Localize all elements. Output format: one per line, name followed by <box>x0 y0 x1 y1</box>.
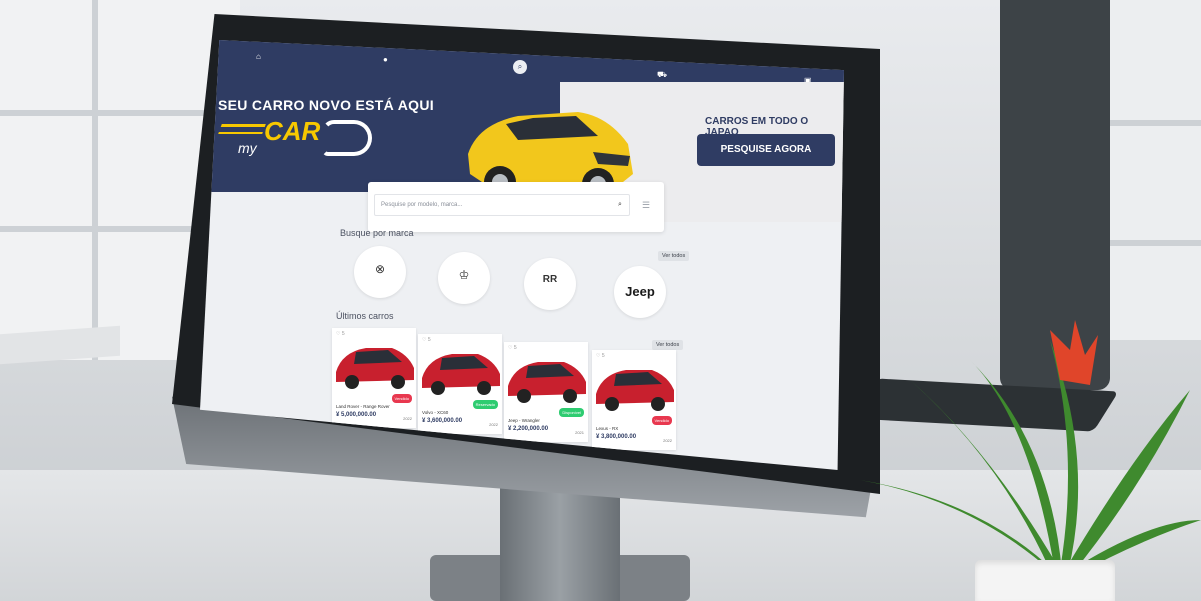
like-icon[interactable]: ♡ 5 <box>336 331 345 337</box>
car-year: 2022 <box>663 438 672 443</box>
car-year: 2021 <box>575 430 584 435</box>
brands-see-all-button[interactable]: Ver todos <box>658 251 690 261</box>
latest-see-all-button[interactable]: Ver todos <box>652 340 684 350</box>
potted-plant <box>860 320 1201 576</box>
search-input[interactable]: Pesquise por modelo, marca... <box>374 194 630 216</box>
car-card[interactable]: ♡ 5 Vendido Lexus - RX ¥ 3,800,000.00 20… <box>592 350 676 450</box>
rolls-royce-logo-icon: RR <box>542 274 558 285</box>
cadillac-logo-icon: ♔ <box>458 268 470 282</box>
status-badge: Reservado <box>472 400 498 409</box>
car-photo <box>336 348 414 389</box>
logo-my-text: my <box>238 140 257 156</box>
logo-car-text: CAR <box>264 116 321 146</box>
status-badge: Disponível <box>559 408 584 417</box>
home-icon[interactable]: ⌂ <box>256 52 261 62</box>
car-card[interactable]: ♡ 5 Disponível Jeep - Wrangler ¥ 2,200,0… <box>504 342 588 442</box>
search-panel: Pesquise por modelo, marca... ⌕ ☰ <box>368 182 664 232</box>
user-icon[interactable]: ● <box>383 55 388 65</box>
website-screen: ⌂ ● ⌕ ⛟ ▣ SEU CARRO NOVO ESTÁ AQUI CAR m… <box>200 40 844 470</box>
brand-mazda[interactable]: ⊗ <box>354 246 406 298</box>
car-price: ¥ 2,200,000.00 <box>508 426 549 432</box>
car-price: ¥ 5,000,000.00 <box>336 412 377 418</box>
like-icon[interactable]: ♡ 5 <box>508 345 517 351</box>
car-brand-model: Jeep - Wrangler <box>508 418 540 423</box>
latest-cars-title: Últimos carros <box>336 311 394 321</box>
car-photo <box>422 354 500 395</box>
mazda-logo-icon: ⊗ <box>374 262 386 276</box>
car-card[interactable]: ♡ 5 Reservado Volvo - XC60 ¥ 3,600,000.0… <box>418 334 502 434</box>
brands-section-title: Busque por marca <box>340 228 414 238</box>
like-icon[interactable]: ♡ 5 <box>422 337 431 343</box>
brand-cadillac[interactable]: ♔ <box>438 252 490 304</box>
car-year: 2022 <box>403 416 412 421</box>
car-icon[interactable]: ⛟ <box>657 70 667 80</box>
car-photo <box>596 370 674 411</box>
status-badge: Vendido <box>391 394 412 403</box>
car-brand-model: Lexus - RX <box>596 426 619 431</box>
mycar-logo[interactable]: CAR my <box>218 114 380 164</box>
search-submit-icon[interactable]: ⌕ <box>618 201 622 209</box>
car-price: ¥ 3,800,000.00 <box>596 434 637 440</box>
like-icon[interactable]: ♡ 5 <box>596 353 605 359</box>
car-brand-model: Land Rover - Range Rover <box>336 404 390 409</box>
filter-icon[interactable]: ☰ <box>642 200 650 211</box>
search-icon[interactable]: ⌕ <box>513 60 527 74</box>
hero-tagline: SEU CARRO NOVO ESTÁ AQUI <box>218 97 434 113</box>
car-price: ¥ 3,600,000.00 <box>422 418 463 424</box>
logo-mark-icon <box>322 120 372 156</box>
plant-pot <box>975 560 1115 601</box>
car-photo <box>508 362 586 403</box>
brand-rolls-royce[interactable]: RR <box>524 258 576 310</box>
status-badge: Vendido <box>651 416 672 425</box>
logo-speed-streak <box>218 124 266 134</box>
brand-jeep[interactable]: Jeep <box>614 266 666 318</box>
jeep-logo-icon: Jeep <box>625 284 655 299</box>
search-now-button[interactable]: PESQUISE AGORA <box>697 134 835 166</box>
car-card[interactable]: ♡ 5 Vendido Land Rover - Range Rover ¥ 5… <box>332 328 416 428</box>
car-brand-model: Volvo - XC60 <box>422 410 449 415</box>
car-year: 2022 <box>489 422 498 427</box>
